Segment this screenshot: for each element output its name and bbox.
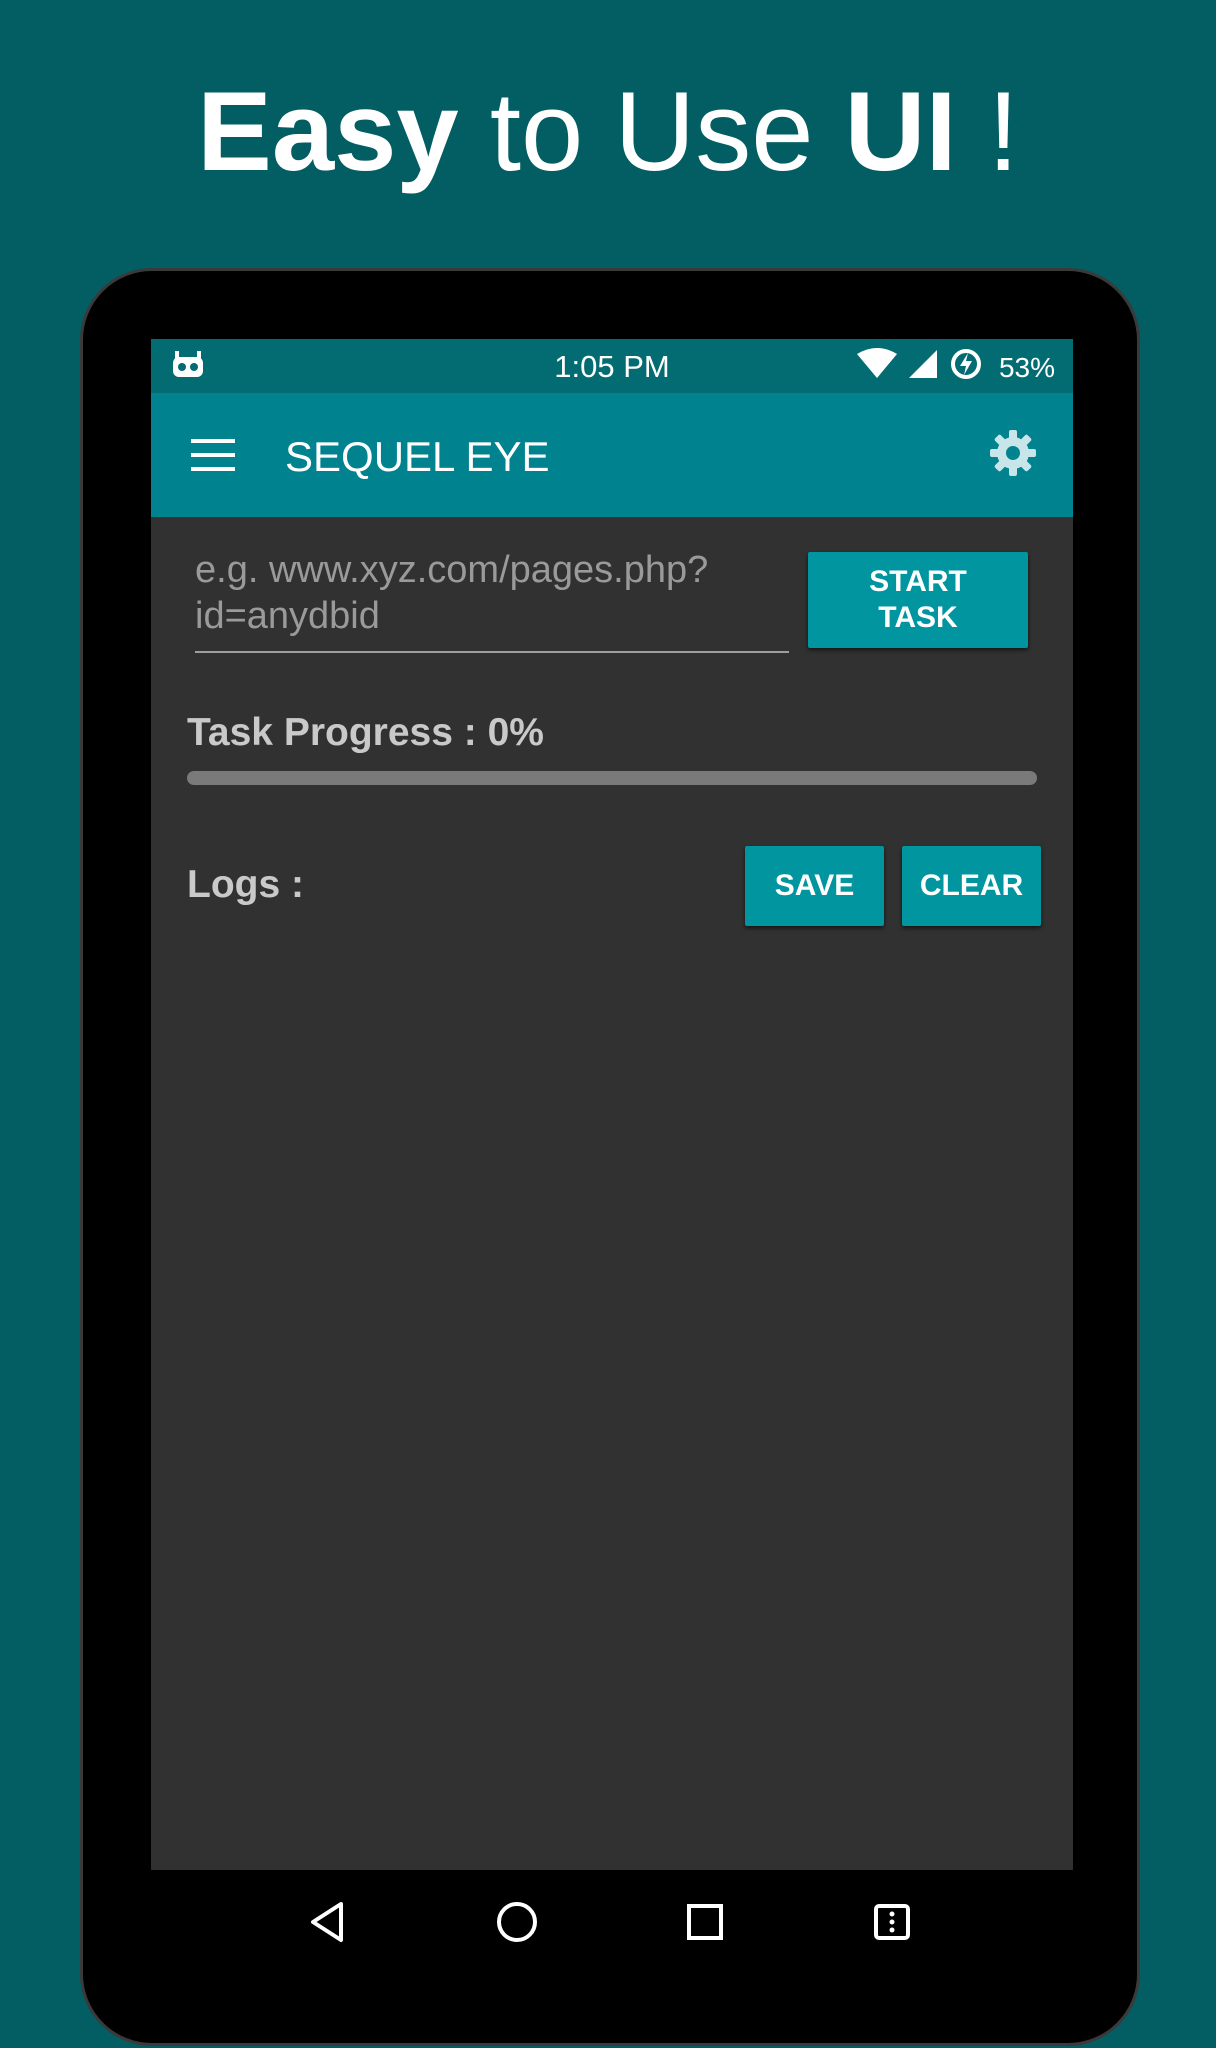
back-icon[interactable] <box>307 1900 347 1949</box>
navigation-bar <box>151 1870 1073 1980</box>
app-title: SEQUEL EYE <box>285 433 550 480</box>
cell-signal-icon <box>907 348 939 388</box>
save-button[interactable]: SAVE <box>745 846 884 926</box>
gear-icon[interactable] <box>989 429 1037 482</box>
battery-percentage: 53% <box>998 352 1055 383</box>
logs-label: Logs : <box>187 863 304 906</box>
hamburger-menu-icon[interactable] <box>191 439 235 476</box>
promo-headline: Easy to Use UI ! <box>0 72 1216 192</box>
home-icon[interactable] <box>495 1900 539 1949</box>
headline-word-to-use: to Use <box>458 69 845 194</box>
headline-word-easy: Easy <box>197 69 459 194</box>
start-task-button[interactable]: START TASK <box>808 552 1028 648</box>
recents-icon[interactable] <box>685 1900 725 1949</box>
battery-charging-icon <box>949 347 983 389</box>
task-progress-label: Task Progress : 0% <box>187 711 544 754</box>
clear-button[interactable]: CLEAR <box>902 846 1041 926</box>
headline-exclamation: ! <box>956 69 1019 194</box>
status-bar: 1:05 PM 53% <box>151 339 1073 393</box>
overflow-menu-icon[interactable] <box>872 1900 912 1949</box>
task-progress-bar <box>187 771 1037 785</box>
wifi-icon <box>856 348 897 388</box>
headline-word-ui: UI <box>844 69 957 194</box>
device-screen: 1:05 PM 53% SEQUEL EYE e.g. www.xyz.com/… <box>151 339 1073 1870</box>
app-bar: SEQUEL EYE <box>151 393 1073 517</box>
url-input[interactable]: e.g. www.xyz.com/pages.php? id=anydbid <box>195 547 789 653</box>
